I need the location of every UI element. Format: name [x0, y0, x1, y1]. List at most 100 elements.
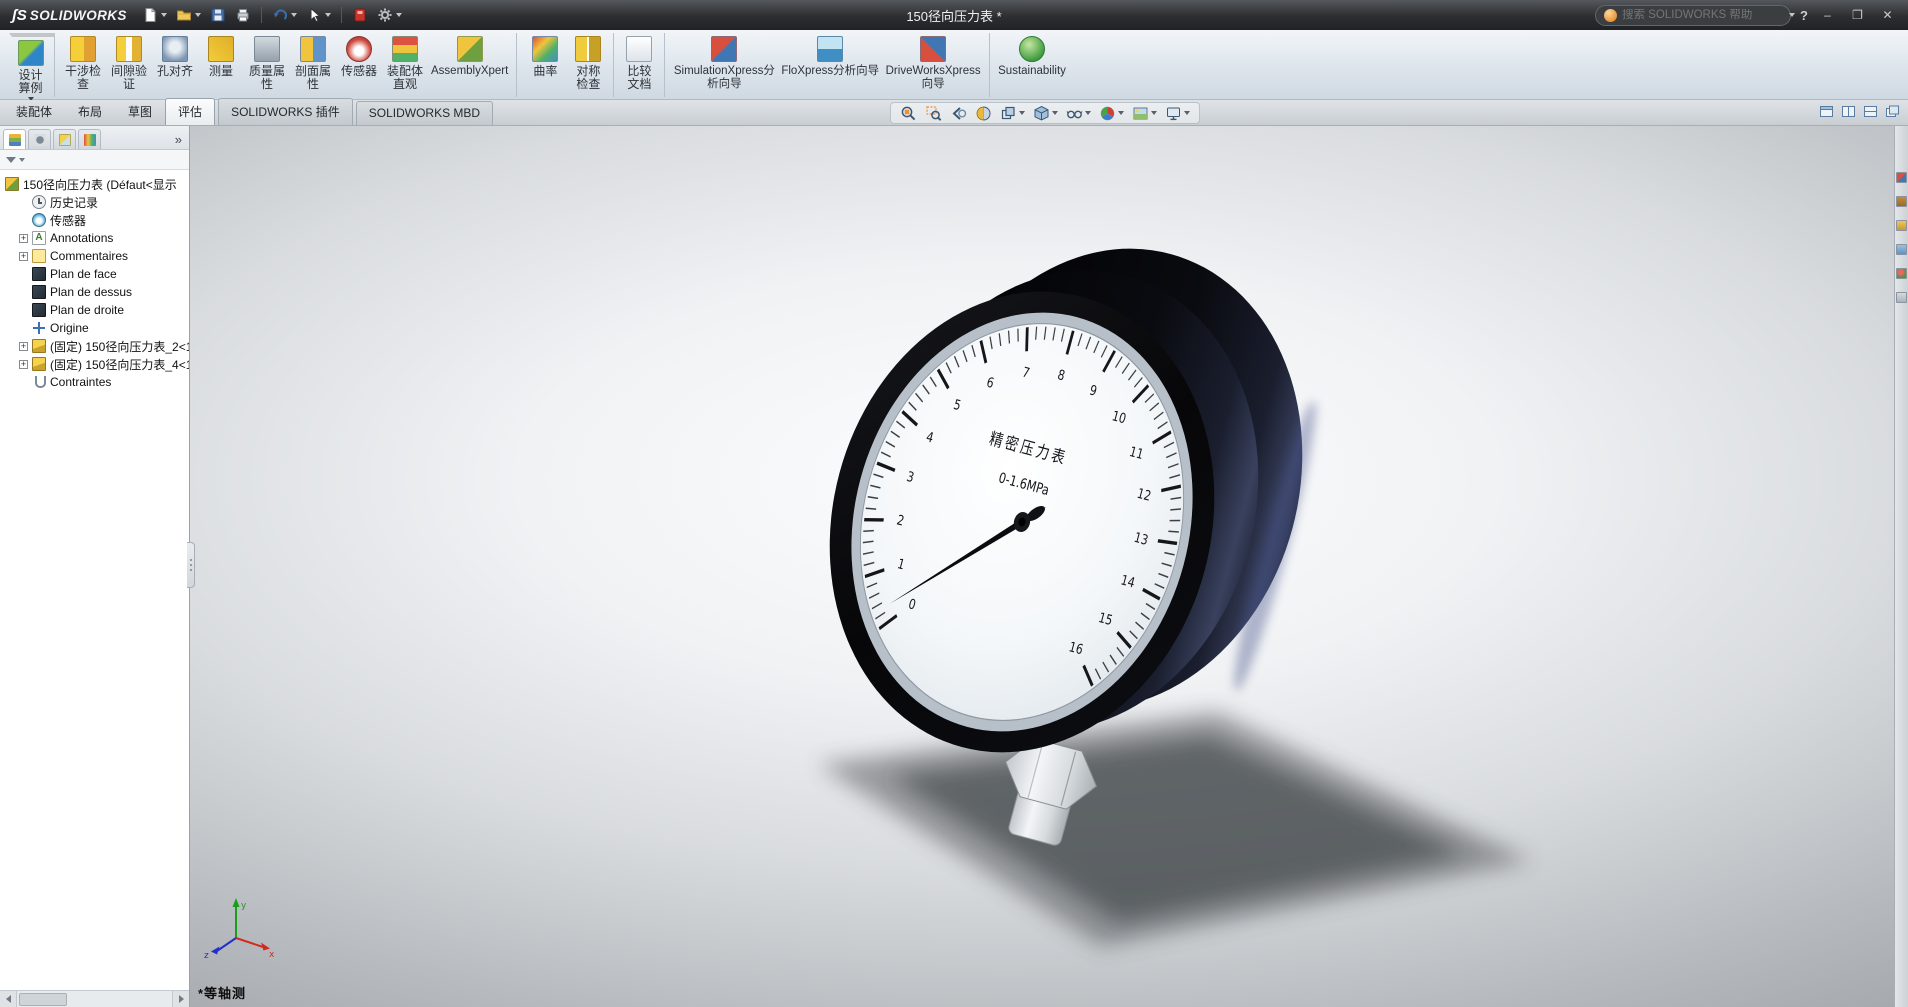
panel-collapse-button[interactable]: »: [172, 132, 185, 149]
close-button[interactable]: ✕: [1877, 6, 1898, 24]
help-button[interactable]: ?: [1800, 8, 1808, 23]
quick-access-toolbar: [139, 5, 405, 25]
toolbar-separator: [341, 7, 342, 23]
command-tab[interactable]: SOLIDWORKS 插件: [218, 98, 353, 125]
command-tab[interactable]: SOLIDWORKS MBD: [356, 101, 493, 125]
scene-3d: 012345678910111213141516 精密压力表 0-1.6MPa …: [190, 126, 1894, 1007]
tile-horizontal-icon[interactable]: [1863, 104, 1878, 119]
tab-display-manager[interactable]: [78, 129, 101, 149]
zoom-area-button[interactable]: [925, 105, 942, 122]
tree-item[interactable]: Plan de dessus: [19, 283, 189, 301]
command-tab[interactable]: 评估: [165, 98, 215, 125]
tab-property-manager[interactable]: [28, 129, 51, 149]
help-search-box[interactable]: [1595, 5, 1791, 26]
tab-configurations[interactable]: [53, 129, 76, 149]
ribbon-button[interactable]: 干涉检查: [60, 33, 106, 97]
tree-item[interactable]: Origine: [19, 319, 189, 337]
ribbon-button[interactable]: FloXpress分析向导: [778, 33, 882, 97]
tree-item[interactable]: + Annotations: [19, 229, 189, 247]
property-manager-icon: [34, 134, 46, 146]
save-button[interactable]: [207, 5, 229, 25]
ribbon-button[interactable]: AssemblyXpert: [428, 33, 517, 97]
graphics-area[interactable]: 012345678910111213141516 精密压力表 0-1.6MPa …: [190, 126, 1894, 1007]
ribbon-button[interactable]: 设计算例: [9, 33, 55, 97]
dropdown-caret-icon[interactable]: [19, 158, 25, 162]
resources-tab-icon[interactable]: [1896, 172, 1907, 183]
scrollbar-thumb[interactable]: [19, 993, 67, 1006]
tree-horizontal-scrollbar[interactable]: [0, 990, 189, 1007]
design-library-tab-icon[interactable]: [1896, 196, 1907, 207]
tile-window-icon[interactable]: [1819, 104, 1834, 119]
command-tab[interactable]: 装配体: [3, 98, 65, 125]
hide-show-items-button[interactable]: [1066, 105, 1091, 122]
ribbon-button[interactable]: DriveWorksXpress向导: [882, 33, 990, 97]
tree-item[interactable]: 传感器: [19, 211, 189, 229]
tree-expander-icon[interactable]: +: [19, 342, 28, 351]
open-file-button[interactable]: [173, 5, 204, 25]
minimize-button[interactable]: –: [1817, 6, 1838, 24]
chevron-down-icon: [396, 13, 402, 17]
solidworks-logo-icon: ʃS: [12, 7, 27, 24]
ribbon-button[interactable]: 对称检查: [568, 33, 614, 97]
tree-item[interactable]: Plan de droite: [19, 301, 189, 319]
cascade-window-icon[interactable]: [1885, 104, 1900, 119]
scroll-right-button[interactable]: [172, 991, 189, 1007]
ribbon-button[interactable]: 比较文档: [619, 33, 665, 97]
apply-scene-button[interactable]: [1132, 105, 1157, 122]
tree-item-label: 历史记录: [50, 194, 98, 211]
view-palette-tab-icon[interactable]: [1896, 244, 1907, 255]
file-explorer-tab-icon[interactable]: [1896, 220, 1907, 231]
ribbon-button[interactable]: 传感器: [336, 33, 382, 97]
tree-expander-icon[interactable]: +: [19, 234, 28, 243]
edit-appearance-button[interactable]: [1099, 105, 1124, 122]
tree-item-icon: [32, 249, 46, 263]
tree-expander-icon[interactable]: +: [19, 360, 28, 369]
tree-item-icon: [32, 267, 46, 281]
ribbon-button[interactable]: Sustainability: [995, 33, 1069, 97]
custom-properties-tab-icon[interactable]: [1896, 292, 1907, 303]
maximize-button[interactable]: ❐: [1847, 6, 1868, 24]
tree-item[interactable]: + Commentaires: [19, 247, 189, 265]
rebuild-button[interactable]: [349, 5, 371, 25]
new-file-button[interactable]: [139, 5, 170, 25]
view-settings-button[interactable]: [1165, 105, 1190, 122]
tree-item[interactable]: Contraintes: [19, 373, 189, 391]
view-orientation-button[interactable]: [1000, 105, 1025, 122]
ribbon-button[interactable]: 剖面属性: [290, 33, 336, 97]
ribbon-button-label: Sustainability: [998, 65, 1066, 78]
command-tab[interactable]: 草图: [115, 98, 165, 125]
print-button[interactable]: [232, 5, 254, 25]
ribbon-button-label: AssemblyXpert: [431, 65, 508, 78]
tree-expander-icon[interactable]: +: [19, 252, 28, 261]
tab-feature-tree[interactable]: [3, 129, 26, 149]
tile-vertical-icon[interactable]: [1841, 104, 1856, 119]
tree-item-label: 150径向压力表 (Défaut<显示: [23, 176, 177, 193]
ribbon-button[interactable]: 孔对齐: [152, 33, 198, 97]
ribbon-button[interactable]: 测量: [198, 33, 244, 97]
options-button[interactable]: [374, 5, 405, 25]
tree-item[interactable]: Plan de face: [19, 265, 189, 283]
tree-item[interactable]: 150径向压力表 (Défaut<显示: [5, 175, 189, 193]
ribbon-button[interactable]: 质量属性: [244, 33, 290, 97]
scroll-left-button[interactable]: [0, 991, 17, 1007]
appearances-tab-icon[interactable]: [1896, 268, 1907, 279]
previous-view-button[interactable]: [950, 105, 967, 122]
ribbon-button[interactable]: 装配体直观: [382, 33, 428, 97]
ribbon-button[interactable]: 曲率: [522, 33, 568, 97]
tree-item[interactable]: + (固定) 150径向压力表_2<1: [19, 337, 189, 355]
undo-button[interactable]: [269, 5, 300, 25]
ribbon-button-label: 曲率: [533, 65, 557, 78]
section-view-button[interactable]: [975, 105, 992, 122]
command-tab[interactable]: 布局: [65, 98, 115, 125]
chevron-down-icon[interactable]: [1789, 13, 1795, 17]
search-input[interactable]: [1622, 9, 1776, 21]
tree-item[interactable]: + (固定) 150径向压力表_4<1: [19, 355, 189, 373]
tree-item[interactable]: 历史记录: [19, 193, 189, 211]
filter-funnel-icon[interactable]: [6, 157, 16, 163]
display-style-button[interactable]: [1033, 105, 1058, 122]
zoom-fit-button[interactable]: [900, 105, 917, 122]
select-tool-button[interactable]: [303, 5, 334, 25]
ribbon-button[interactable]: SimulationXpress分析向导: [670, 33, 778, 97]
ribbon-button[interactable]: 间隙验证: [106, 33, 152, 97]
panel-splitter-handle[interactable]: [187, 542, 195, 588]
